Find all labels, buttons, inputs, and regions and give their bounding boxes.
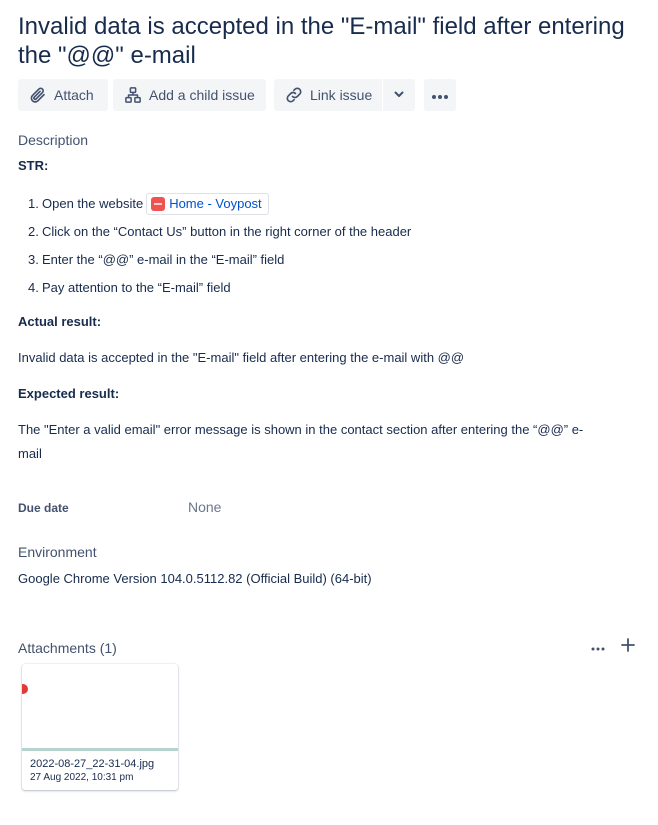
issue-toolbar: Attach Add a child issue Link issue: [18, 79, 456, 111]
list-item: 4. Pay attention to the “E-mail” field: [28, 280, 231, 295]
more-icon: [431, 87, 449, 103]
smart-link-home-voypost[interactable]: Home - Voypost: [146, 193, 269, 215]
hierarchy-icon: [123, 85, 143, 105]
link-issue-button[interactable]: Link issue: [274, 79, 382, 111]
expected-result-text-line2: mail: [18, 446, 42, 461]
attachment-filename: 2022-08-27_22-31-04.jpg: [30, 758, 155, 770]
attachment-card[interactable]: 2022-08-27_22-31-04.jpg 27 Aug 2022, 10:…: [22, 664, 178, 790]
expected-result-heading: Expected result:: [18, 386, 120, 401]
link-issue-label: Link issue: [310, 87, 373, 103]
steps-list: 1. Open the website Home - Voypost 2. Cl…: [28, 190, 411, 302]
str-heading: STR:: [18, 158, 49, 173]
add-child-issue-label: Add a child issue: [149, 87, 255, 103]
more-icon: [591, 638, 605, 656]
paperclip-icon: [28, 85, 48, 105]
chevron-down-icon: [393, 87, 405, 103]
link-issue-dropdown-button[interactable]: [383, 79, 415, 111]
plus-icon: [621, 637, 635, 657]
due-date-value[interactable]: None: [188, 499, 221, 515]
issue-title[interactable]: Invalid data is accepted in the "E-mail"…: [18, 12, 648, 70]
attach-button[interactable]: Attach: [18, 79, 108, 111]
attachment-date: 27 Aug 2022, 10:31 pm: [30, 772, 134, 783]
attachments-more-button[interactable]: [588, 637, 608, 657]
actual-result-text: Invalid data is accepted in the "E-mail"…: [18, 350, 465, 365]
add-child-issue-button[interactable]: Add a child issue: [113, 79, 266, 111]
expected-result-text-line1: The "Enter a valid email" error message …: [18, 422, 584, 437]
link-icon: [284, 85, 304, 105]
more-actions-button[interactable]: [424, 79, 456, 111]
environment-value[interactable]: Google Chrome Version 104.0.5112.82 (Off…: [18, 571, 372, 586]
environment-label: Environment: [18, 544, 97, 560]
description-label: Description: [18, 132, 89, 148]
actual-result-heading: Actual result:: [18, 314, 102, 329]
list-item: 3. Enter the “@@” e-mail in the “E-mail”…: [28, 252, 285, 267]
due-date-label: Due date: [18, 501, 69, 515]
attachment-thumbnail: [22, 664, 178, 751]
voypost-favicon-icon: [151, 197, 166, 211]
list-item: 1. Open the website Home - Voypost: [28, 190, 411, 218]
add-attachment-button[interactable]: [618, 637, 638, 657]
attachments-label: Attachments (1): [18, 640, 117, 656]
attach-button-label: Attach: [54, 87, 94, 103]
list-item: 2. Click on the “Contact Us” button in t…: [28, 224, 412, 239]
